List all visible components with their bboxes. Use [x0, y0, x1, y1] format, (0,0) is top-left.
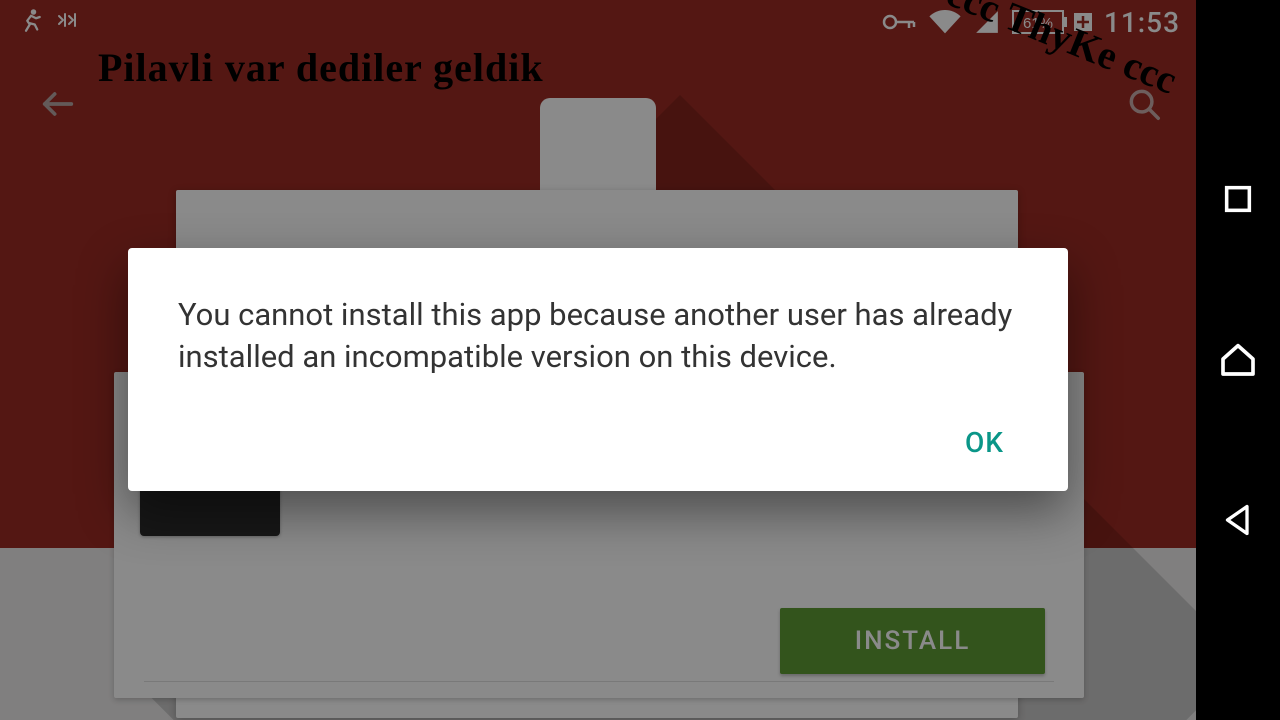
home-icon	[1218, 339, 1258, 379]
triangle-back-icon	[1220, 502, 1256, 538]
nav-back-button[interactable]	[1220, 502, 1256, 538]
dialog-message: You cannot install this app because anot…	[178, 294, 1018, 378]
ok-button-label: OK	[965, 426, 1004, 459]
recent-apps-button[interactable]	[1221, 182, 1255, 216]
screen: INSTALL	[0, 0, 1196, 720]
ok-button[interactable]: OK	[951, 416, 1018, 469]
system-nav-bar	[1196, 0, 1280, 720]
square-icon	[1221, 182, 1255, 216]
home-button[interactable]	[1218, 339, 1258, 379]
error-dialog: You cannot install this app because anot…	[128, 248, 1068, 491]
